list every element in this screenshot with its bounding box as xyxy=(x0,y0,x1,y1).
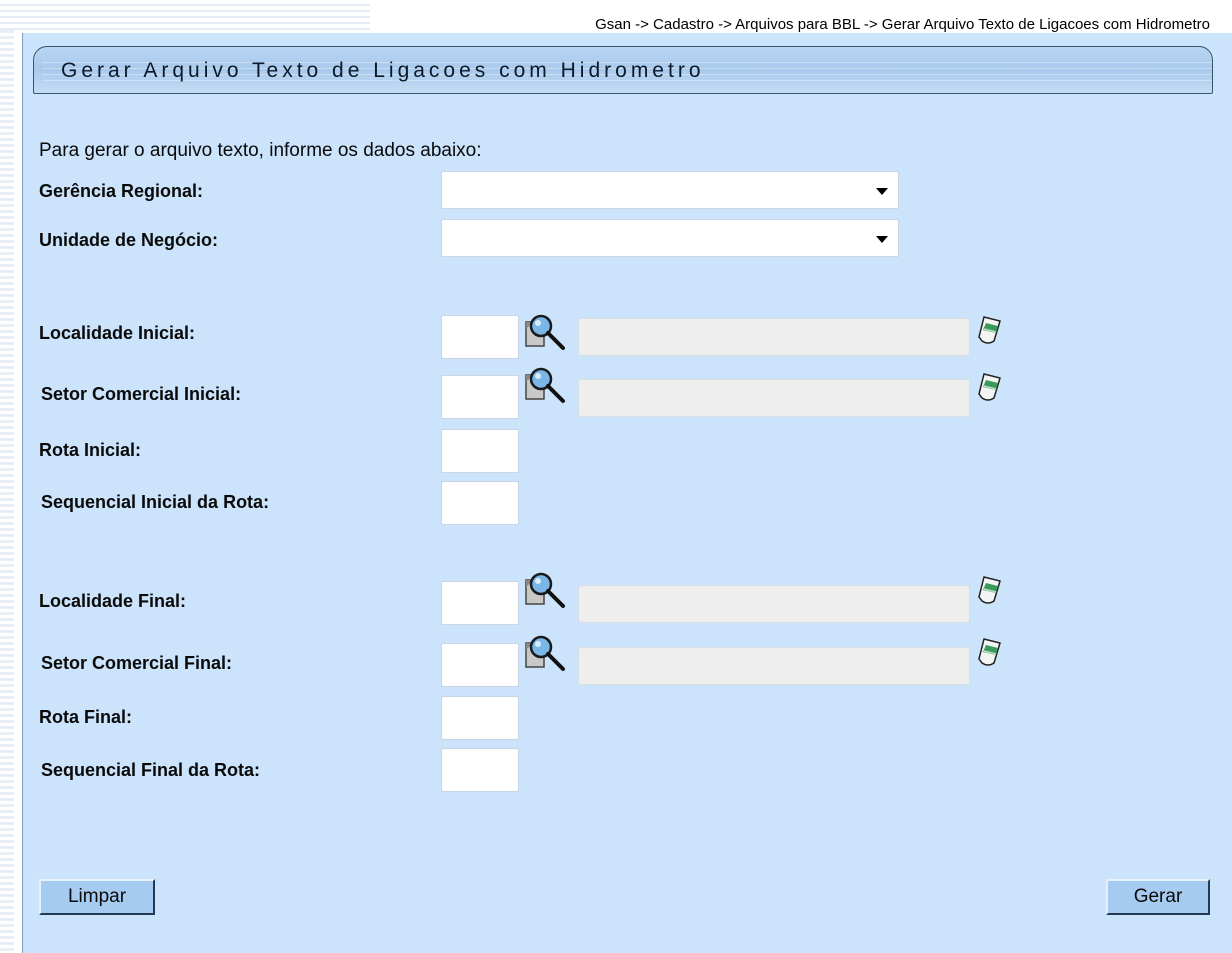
setor-comercial-final-input[interactable] xyxy=(441,643,519,687)
localidade-inicial-label: Localidade Inicial: xyxy=(39,323,196,343)
magnifier-lookup-icon[interactable] xyxy=(523,634,567,674)
unidade-negocio-label: Unidade de Negócio: xyxy=(39,230,219,250)
localidade-inicial-description xyxy=(578,318,970,356)
unidade-negocio-select[interactable] xyxy=(441,219,899,257)
localidade-final-input[interactable] xyxy=(441,581,519,625)
top-decorative-lines xyxy=(0,0,370,30)
magnifier-lookup-icon[interactable] xyxy=(523,366,567,406)
limpar-button[interactable]: Limpar xyxy=(39,879,155,915)
eraser-icon[interactable] xyxy=(976,573,1004,607)
gerar-button[interactable]: Gerar xyxy=(1106,879,1210,915)
sequencial-final-label: Sequencial Final da Rota: xyxy=(41,760,261,780)
breadcrumb: Gsan -> Cadastro -> Arquivos para BBL ->… xyxy=(595,16,1210,34)
chevron-down-icon xyxy=(876,236,888,243)
eraser-icon[interactable] xyxy=(976,370,1004,404)
gerencia-regional-select[interactable] xyxy=(441,171,899,209)
gerencia-regional-label: Gerência Regional: xyxy=(39,181,204,201)
sequencial-inicial-label: Sequencial Inicial da Rota: xyxy=(41,492,270,512)
rota-final-label: Rota Final: xyxy=(39,707,132,727)
page-title: Gerar Arquivo Texto de Ligacoes com Hidr… xyxy=(61,59,705,82)
magnifier-lookup-icon[interactable] xyxy=(523,313,567,353)
magnifier-lookup-icon[interactable] xyxy=(523,571,567,611)
eraser-icon[interactable] xyxy=(976,635,1004,669)
setor-comercial-final-label: Setor Comercial Final: xyxy=(41,653,233,673)
localidade-inicial-input[interactable] xyxy=(441,315,519,359)
rota-final-input[interactable] xyxy=(441,696,519,740)
sequencial-final-input[interactable] xyxy=(441,748,519,792)
setor-comercial-final-description xyxy=(578,647,970,685)
chevron-down-icon xyxy=(876,188,888,195)
title-bar: Gerar Arquivo Texto de Ligacoes com Hidr… xyxy=(33,46,1213,94)
localidade-final-label: Localidade Final: xyxy=(39,591,187,611)
intro-text: Para gerar o arquivo texto, informe os d… xyxy=(39,140,482,161)
rota-inicial-input[interactable] xyxy=(441,429,519,473)
eraser-icon[interactable] xyxy=(976,313,1004,347)
form-panel: Gerar Arquivo Texto de Ligacoes com Hidr… xyxy=(22,33,1232,953)
sequencial-inicial-input[interactable] xyxy=(441,481,519,525)
left-decorative-strip xyxy=(0,0,14,953)
setor-comercial-inicial-input[interactable] xyxy=(441,375,519,419)
rota-inicial-label: Rota Inicial: xyxy=(39,440,142,460)
setor-comercial-inicial-description xyxy=(578,379,970,417)
setor-comercial-inicial-label: Setor Comercial Inicial: xyxy=(41,384,242,404)
localidade-final-description xyxy=(578,585,970,623)
